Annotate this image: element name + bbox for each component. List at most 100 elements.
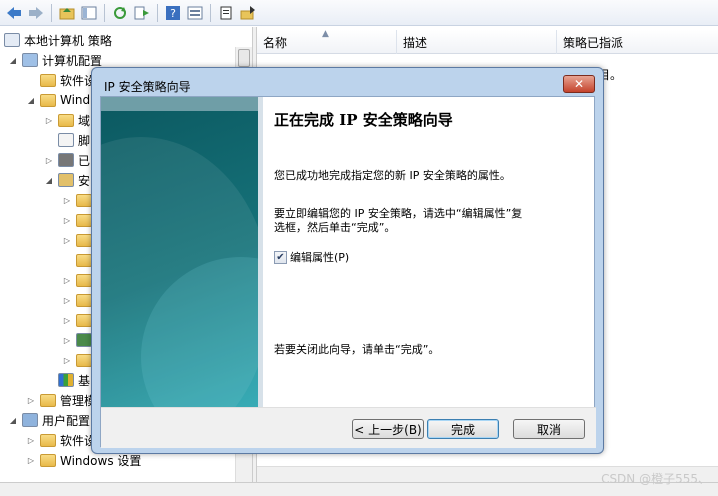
printer-icon (58, 153, 74, 167)
expand-arrow-icon[interactable]: ▷ (62, 216, 72, 225)
wizard-heading: 正在完成 IP 安全策略向导 (274, 111, 453, 129)
tree-item-qos[interactable]: 基 (44, 370, 90, 390)
wizard-instruction-line1: 要立即编辑您的 IP 安全策略，请选中“编辑属性”复 (274, 207, 523, 220)
wizard-instruction-line2: 选框，然后单击“完成”。 (274, 221, 396, 234)
expand-arrow-icon[interactable]: ▷ (26, 456, 36, 465)
chart-icon (58, 373, 74, 387)
expand-arrow-icon[interactable]: ▷ (62, 316, 72, 325)
policy-icon (4, 33, 20, 47)
edit-properties-label[interactable]: 编辑属性(P) (290, 249, 349, 265)
expand-arrow-icon[interactable]: ▷ (62, 236, 72, 245)
column-header-description[interactable]: 描述 (397, 30, 557, 54)
tree-item-scripts[interactable]: 脚 (44, 130, 90, 150)
folder-icon (40, 433, 56, 447)
wizard-success-text: 您已成功地完成指定您的新 IP 安全策略的属性。 (274, 169, 511, 182)
tree-item-label: 本地计算机 策略 (24, 33, 112, 48)
cancel-button[interactable]: 取消 (513, 419, 585, 439)
script-icon (58, 133, 74, 147)
folder-icon (58, 113, 74, 127)
up-folder-icon[interactable] (57, 3, 77, 23)
tree-item-computer-config[interactable]: ◢ 计算机配置 (8, 50, 102, 70)
tree-item-printers[interactable]: ▷ 已 (44, 150, 90, 170)
expand-arrow-icon[interactable]: ▷ (62, 336, 72, 345)
folder-icon (76, 293, 92, 307)
help-icon[interactable]: ? (163, 3, 183, 23)
toolbar-separator (157, 3, 158, 22)
sort-ascending-icon: ▲ (322, 29, 329, 39)
folder-icon (76, 193, 92, 207)
toolbar-separator (104, 3, 105, 22)
folder-icon (40, 73, 56, 87)
tree-item-label: Windows 设置 (60, 453, 142, 468)
collapse-arrow-icon[interactable]: ◢ (44, 176, 54, 185)
svg-text:?: ? (170, 7, 176, 20)
finish-button[interactable]: 完成 (427, 419, 499, 439)
expand-arrow-icon[interactable]: ▷ (26, 436, 36, 445)
collapse-arrow-icon[interactable]: ◢ (8, 416, 18, 425)
tree-item-label: 脚 (78, 133, 91, 148)
edit-properties-checkbox-row[interactable]: ✔ 编辑属性(P) (274, 249, 349, 265)
ip-security-wizard-dialog: IP 安全策略向导 ✕ 正在完成 IP 安全策略向导 您已成功地完成指定您的新 … (91, 67, 604, 454)
expand-arrow-icon[interactable]: ▷ (44, 116, 54, 125)
tree-item-label: 用户配置 (42, 413, 91, 428)
expand-arrow-icon[interactable]: ▷ (62, 276, 72, 285)
refresh-icon[interactable] (110, 3, 130, 23)
expand-arrow-icon[interactable]: ▷ (62, 196, 72, 205)
folder-icon (76, 233, 92, 247)
folder-icon (76, 253, 92, 267)
folder-icon (40, 453, 56, 467)
expand-arrow-icon[interactable]: ▷ (44, 156, 54, 165)
tree-item-label: 安 (78, 173, 91, 188)
user-icon (22, 413, 38, 427)
folder-icon (76, 313, 92, 327)
folder-icon (76, 273, 92, 287)
close-button[interactable]: ✕ (563, 75, 595, 93)
collapse-arrow-icon[interactable]: ◢ (26, 96, 36, 105)
tree-item-label: 基 (78, 373, 91, 388)
tree-item-domain[interactable]: ▷ 域 (44, 110, 90, 130)
security-icon (58, 173, 74, 187)
toolbar: ? (0, 0, 718, 26)
tree-item-admin-templates[interactable]: ▷ 管理模 (26, 390, 96, 410)
wizard-close-hint: 若要关闭此向导，请单击“完成”。 (274, 343, 440, 356)
tree-item-local-policy[interactable]: 本地计算机 策略 (4, 30, 112, 50)
scrollbar-thumb[interactable] (238, 49, 250, 67)
column-header-name[interactable]: 名称 ▲ (257, 29, 397, 54)
show-hide-tree-icon[interactable] (79, 3, 99, 23)
folder-icon (40, 393, 56, 407)
tree-item-label: 已 (78, 153, 91, 168)
new-policy-icon[interactable] (216, 3, 236, 23)
expand-arrow-icon[interactable]: ▷ (62, 296, 72, 305)
back-button[interactable]: < 上一步(B) (352, 419, 424, 439)
tree-item-label: 计算机配置 (42, 53, 103, 68)
tree-item-software-settings[interactable]: 软件设 (26, 70, 96, 90)
folder-icon (76, 213, 92, 227)
tree-item-label: 域 (78, 113, 91, 128)
ip-security-icon (76, 333, 92, 347)
wizard-page: 正在完成 IP 安全策略向导 您已成功地完成指定您的新 IP 安全策略的属性。 … (100, 96, 596, 448)
folder-icon (40, 93, 56, 107)
properties-icon[interactable] (185, 3, 205, 23)
policy-action-icon[interactable] (238, 3, 258, 23)
forward-icon[interactable] (26, 3, 46, 23)
dialog-title: IP 安全策略向导 (104, 80, 191, 94)
tree-item-label: Wind (60, 93, 91, 107)
folder-icon (76, 353, 92, 367)
expand-arrow-icon[interactable]: ▷ (26, 396, 36, 405)
tree-item-windows-settings[interactable]: ◢ Wind (26, 90, 90, 110)
list-header: 名称 ▲ 描述 策略已指派 (257, 29, 718, 54)
export-list-icon[interactable] (132, 3, 152, 23)
back-icon[interactable] (4, 3, 24, 23)
toolbar-separator (51, 3, 52, 22)
tree-item-user-config[interactable]: ◢ 用户配置 (8, 410, 90, 430)
wizard-banner-image (101, 97, 258, 407)
collapse-arrow-icon[interactable]: ◢ (8, 56, 18, 65)
watermark: CSDN @橙子555、 (601, 472, 710, 486)
tree-item-security[interactable]: ◢ 安 (44, 170, 90, 190)
edit-properties-checkbox[interactable]: ✔ (274, 250, 287, 264)
expand-arrow-icon[interactable]: ▷ (62, 356, 72, 365)
column-header-assigned[interactable]: 策略已指派 (557, 30, 718, 54)
computer-icon (22, 53, 38, 67)
wizard-button-bar: < 上一步(B) 完成 取消 (101, 407, 596, 448)
tree-item-user-software-settings[interactable]: ▷ 软件设 (26, 430, 96, 450)
